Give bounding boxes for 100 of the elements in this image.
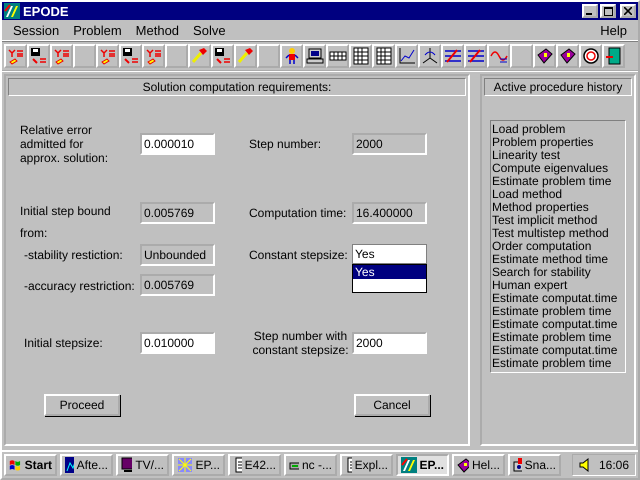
toolbar-button[interactable] bbox=[326, 44, 349, 68]
menu-item[interactable]: Solve bbox=[186, 22, 233, 38]
history-item: Estimate computat.time bbox=[492, 292, 618, 305]
dropdown-option[interactable]: Yes bbox=[353, 265, 426, 279]
maximize-icon bbox=[604, 6, 612, 16]
toolbar-button[interactable] bbox=[556, 44, 579, 68]
history-item: Order computation bbox=[492, 240, 592, 253]
field-label: Step number with constant stepsize: bbox=[251, 329, 350, 357]
disk-icon bbox=[214, 47, 232, 65]
toolbar-button[interactable] bbox=[464, 44, 487, 68]
history-item: Estimate computat.time bbox=[492, 318, 618, 331]
notepad-icon bbox=[345, 457, 352, 473]
toolbar-button[interactable] bbox=[372, 44, 395, 68]
close-button[interactable] bbox=[620, 4, 636, 18]
taskbar-button[interactable]: EP... bbox=[396, 454, 449, 476]
table-icon bbox=[352, 47, 370, 65]
taskbar-button[interactable]: Expl... bbox=[340, 454, 393, 476]
readonly-field: 16.400000 bbox=[352, 202, 427, 224]
taskbar-button[interactable]: Afte... bbox=[60, 454, 113, 476]
lines-icon bbox=[466, 47, 484, 65]
readonly-field: 0.005769 bbox=[140, 202, 215, 224]
readonly-field: Unbounded bbox=[140, 244, 215, 266]
cancel-button[interactable]: Cancel bbox=[354, 394, 430, 416]
history-item: Estimate method time bbox=[492, 253, 610, 266]
camera-icon bbox=[513, 457, 522, 473]
clock: 16:06 bbox=[598, 458, 629, 472]
toolbar-button[interactable] bbox=[27, 44, 50, 68]
computer-icon bbox=[306, 47, 324, 65]
input-field[interactable]: 2000 bbox=[352, 332, 427, 354]
door-icon bbox=[604, 47, 622, 65]
toolbar-button[interactable] bbox=[119, 44, 142, 68]
taskbar-button[interactable]: E42... bbox=[228, 454, 281, 476]
readonly-field: 2000 bbox=[352, 133, 427, 155]
toolbar-button[interactable] bbox=[487, 44, 510, 68]
panel-header: Solution computation requirements: bbox=[8, 78, 466, 96]
toolbar-button[interactable] bbox=[602, 44, 625, 68]
formula-icon bbox=[52, 47, 70, 65]
taskbar-button[interactable]: Hel... bbox=[452, 454, 505, 476]
taskbar-button[interactable]: nc -... bbox=[284, 454, 337, 476]
toolbar-button[interactable] bbox=[303, 44, 326, 68]
readonly-field: 0.005769 bbox=[140, 274, 215, 296]
history-item: Load method bbox=[492, 188, 562, 201]
hammer-icon bbox=[190, 47, 208, 65]
field-label: -accuracy restriction: bbox=[23, 279, 136, 293]
table-icon bbox=[374, 47, 392, 65]
taskbar-button[interactable]: EP... bbox=[172, 454, 225, 476]
history-item: Method properties bbox=[492, 201, 590, 214]
formula-icon bbox=[144, 47, 162, 65]
lines-icon bbox=[444, 47, 462, 65]
history-item: Estimate problem time bbox=[492, 175, 612, 188]
history-item: Compute eigenvalues bbox=[492, 162, 610, 175]
history-item: Estimate problem time bbox=[492, 357, 612, 370]
minimize-button[interactable] bbox=[582, 4, 598, 18]
field-label: Initial step bound from: bbox=[20, 203, 112, 242]
taskbar-button[interactable]: TV/... bbox=[116, 454, 169, 476]
history-item: Load problem bbox=[492, 123, 566, 136]
taskbar-button[interactable]: Sna... bbox=[508, 454, 561, 476]
app-icon bbox=[401, 457, 417, 473]
combo-field[interactable]: Yes bbox=[352, 244, 427, 264]
history-item: Estimate problem time bbox=[492, 331, 612, 344]
close-icon bbox=[624, 7, 632, 15]
toolbar-button[interactable] bbox=[280, 44, 303, 68]
menu-item[interactable]: Help bbox=[593, 22, 634, 38]
toolbar-button[interactable] bbox=[533, 44, 556, 68]
menu-item[interactable]: Method bbox=[128, 22, 186, 38]
hammer-icon bbox=[236, 47, 254, 65]
formula-icon bbox=[98, 47, 116, 65]
toolbar-button[interactable] bbox=[395, 44, 418, 68]
chart-icon bbox=[398, 47, 416, 65]
input-field[interactable]: 0.010000 bbox=[140, 332, 215, 354]
window-title: EPODE bbox=[23, 4, 69, 18]
windows-logo-icon bbox=[9, 458, 22, 472]
toolbar-button[interactable] bbox=[579, 44, 602, 68]
notepad-icon bbox=[233, 457, 242, 473]
history-item: Search for stability bbox=[492, 266, 592, 279]
axes-icon bbox=[420, 47, 438, 65]
start-button[interactable]: Start bbox=[4, 454, 57, 476]
panel-header: Active procedure history bbox=[484, 78, 632, 96]
toolbar-button[interactable] bbox=[441, 44, 464, 68]
disk-icon bbox=[122, 47, 140, 65]
input-field[interactable]: 0.000010 bbox=[140, 133, 215, 155]
history-item: Estimate problem time bbox=[492, 305, 612, 318]
toolbar-button[interactable] bbox=[418, 44, 441, 68]
toolbar-button[interactable] bbox=[211, 44, 234, 68]
chart-icon bbox=[65, 457, 74, 473]
field-label: Relative error admitted for approx. solution: bbox=[20, 123, 110, 165]
history-item: Test implicit method bbox=[492, 214, 598, 227]
maximize-button[interactable] bbox=[600, 4, 616, 18]
proceed-button[interactable]: Proceed bbox=[44, 394, 120, 416]
history-item: Problem properties bbox=[492, 136, 594, 149]
field-label: Computation time: bbox=[249, 206, 348, 220]
field-label: -stability restiction: bbox=[23, 248, 124, 262]
disk-icon bbox=[30, 47, 48, 65]
history-item: Test multistep method bbox=[492, 227, 610, 240]
menu-item[interactable]: Problem bbox=[66, 22, 129, 38]
field-label: Step number: bbox=[249, 137, 322, 151]
menu-item[interactable]: Session bbox=[6, 22, 66, 38]
toolbar-button[interactable] bbox=[349, 44, 372, 68]
help-icon bbox=[582, 47, 600, 65]
person-icon bbox=[282, 47, 300, 65]
